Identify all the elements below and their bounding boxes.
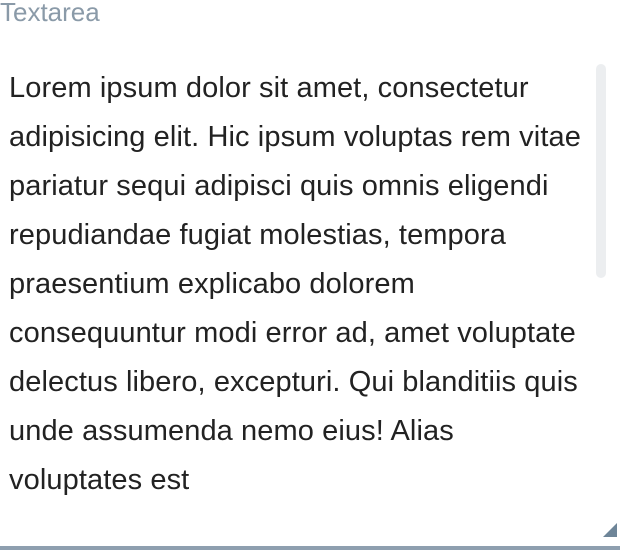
resize-handle-icon[interactable] [603,523,617,537]
scrollbar-thumb[interactable] [596,64,606,278]
textarea-input[interactable]: Lorem ipsum dolor sit amet, consectetur … [0,56,620,546]
textarea-field: Textarea Lorem ipsum dolor sit amet, con… [0,0,620,552]
textarea-label: Textarea [0,0,100,27]
textarea-underline [0,546,620,550]
textarea-scrollbar[interactable] [596,64,606,278]
